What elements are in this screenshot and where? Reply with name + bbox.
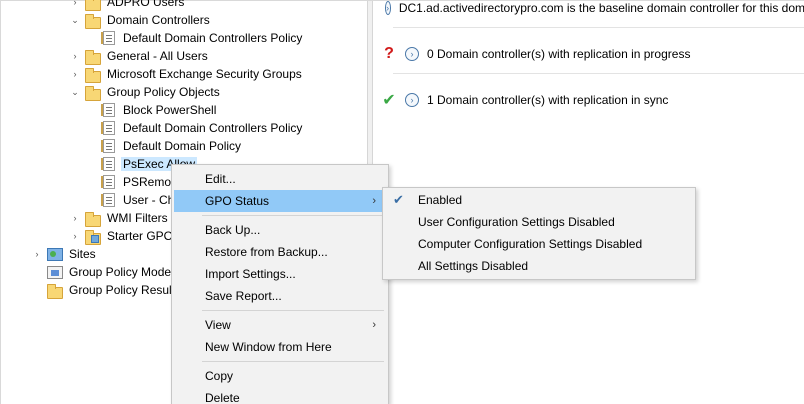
folder-icon (85, 86, 101, 101)
check-icon: ✔ (382, 92, 396, 109)
folder-icon (85, 0, 101, 11)
submenu-item-enabled[interactable]: ✔ Enabled (385, 189, 693, 211)
replication-in-progress-row: ? › 0 Domain controller(s) with replicat… (373, 44, 804, 64)
tree-item-block-powershell[interactable]: Block PowerShell (101, 101, 218, 119)
submenu-item-all-settings-disabled[interactable]: All Settings Disabled (385, 255, 693, 277)
menu-item-copy[interactable]: Copy (174, 365, 386, 387)
menu-item-import-settings[interactable]: Import Settings... (174, 263, 386, 285)
divider (393, 73, 804, 74)
tree-item-starter-gpos[interactable]: › Starter GPOs (69, 227, 181, 245)
collapse-arrow-icon[interactable]: ⌄ (69, 86, 81, 98)
submenu-arrow-icon: › (372, 319, 376, 331)
sites-icon (47, 247, 63, 261)
menu-item-back-up[interactable]: Back Up... (174, 219, 386, 241)
tree-item-sites[interactable]: › Sites (31, 245, 98, 263)
menu-item-gpo-status[interactable]: GPO Status › (174, 190, 386, 212)
divider (393, 27, 804, 28)
gpo-icon (101, 121, 115, 135)
question-icon: ? (384, 45, 394, 62)
menu-item-save-report[interactable]: Save Report... (174, 285, 386, 307)
tree-item-default-dc-policy-link[interactable]: Default Domain Controllers Policy (101, 29, 304, 47)
tree-item-default-domain-policy[interactable]: Default Domain Policy (101, 137, 243, 155)
gpo-icon (101, 157, 115, 171)
starter-gpo-folder-icon (85, 230, 101, 245)
expand-detail-icon[interactable]: › (384, 1, 391, 15)
expand-arrow-icon[interactable]: › (69, 50, 81, 62)
expand-arrow-icon[interactable]: › (69, 212, 81, 224)
tree-item-psremoting[interactable]: PSRemot (101, 173, 176, 191)
expand-detail-icon[interactable]: › (405, 93, 419, 107)
submenu-item-user-config-disabled[interactable]: User Configuration Settings Disabled (385, 211, 693, 233)
gpo-icon (101, 193, 115, 207)
menu-item-edit[interactable]: Edit... (174, 168, 386, 190)
submenu-arrow-icon: › (372, 195, 376, 207)
menu-separator (202, 310, 384, 311)
tree-item-group-policy-objects[interactable]: ⌄ Group Policy Objects (69, 83, 222, 101)
menu-item-view[interactable]: View › (174, 314, 386, 336)
tree-item-exchange-security-groups[interactable]: › Microsoft Exchange Security Groups (69, 65, 304, 83)
context-menu: Edit... GPO Status › Back Up... Restore f… (171, 164, 389, 404)
menu-item-restore-from-backup[interactable]: Restore from Backup... (174, 241, 386, 263)
modeling-icon (47, 265, 63, 279)
menu-separator (202, 361, 384, 362)
tree-item-wmi-filters[interactable]: › WMI Filters (69, 209, 170, 227)
tree-item-group-policy-modeling[interactable]: Group Policy Mode (47, 263, 173, 281)
menu-item-delete[interactable]: Delete (174, 387, 386, 404)
tree-item-default-dc-policy[interactable]: Default Domain Controllers Policy (101, 119, 304, 137)
folder-icon (85, 50, 101, 65)
checkmark-icon: ✔ (393, 192, 404, 207)
tree-item-user-ch[interactable]: User - Ch (101, 191, 176, 209)
expand-arrow-icon[interactable]: › (69, 68, 81, 80)
submenu-item-computer-config-disabled[interactable]: Computer Configuration Settings Disabled (385, 233, 693, 255)
menu-item-new-window[interactable]: New Window from Here (174, 336, 386, 358)
folder-icon (85, 68, 101, 83)
gpo-icon (101, 103, 115, 117)
tree-item-group-policy-results[interactable]: Group Policy Result (47, 281, 177, 299)
collapse-arrow-icon[interactable]: ⌄ (69, 14, 81, 26)
expand-arrow-icon[interactable]: › (69, 230, 81, 242)
gpo-status-submenu: ✔ Enabled User Configuration Settings Di… (382, 187, 696, 280)
tree-item-domain-controllers[interactable]: ⌄ Domain Controllers (69, 11, 212, 29)
gpo-link-icon (101, 31, 115, 45)
folder-icon (85, 14, 101, 29)
menu-separator (202, 215, 384, 216)
gpo-icon (101, 175, 115, 189)
tree-item-general-all-users[interactable]: › General - All Users (69, 47, 210, 65)
results-folder-icon (47, 284, 63, 299)
replication-in-sync-row: ✔ › 1 Domain controller(s) with replicat… (373, 90, 804, 110)
expand-arrow-icon[interactable]: › (31, 248, 43, 260)
tree-item-adpro-users[interactable]: › ADPRO Users (69, 0, 186, 11)
folder-icon (85, 212, 101, 227)
expand-arrow-icon[interactable]: › (69, 0, 81, 8)
gpo-icon (101, 139, 115, 153)
baseline-dc-row: › DC1.ad.activedirectorypro.com is the b… (384, 1, 804, 15)
expand-detail-icon[interactable]: › (405, 47, 419, 61)
